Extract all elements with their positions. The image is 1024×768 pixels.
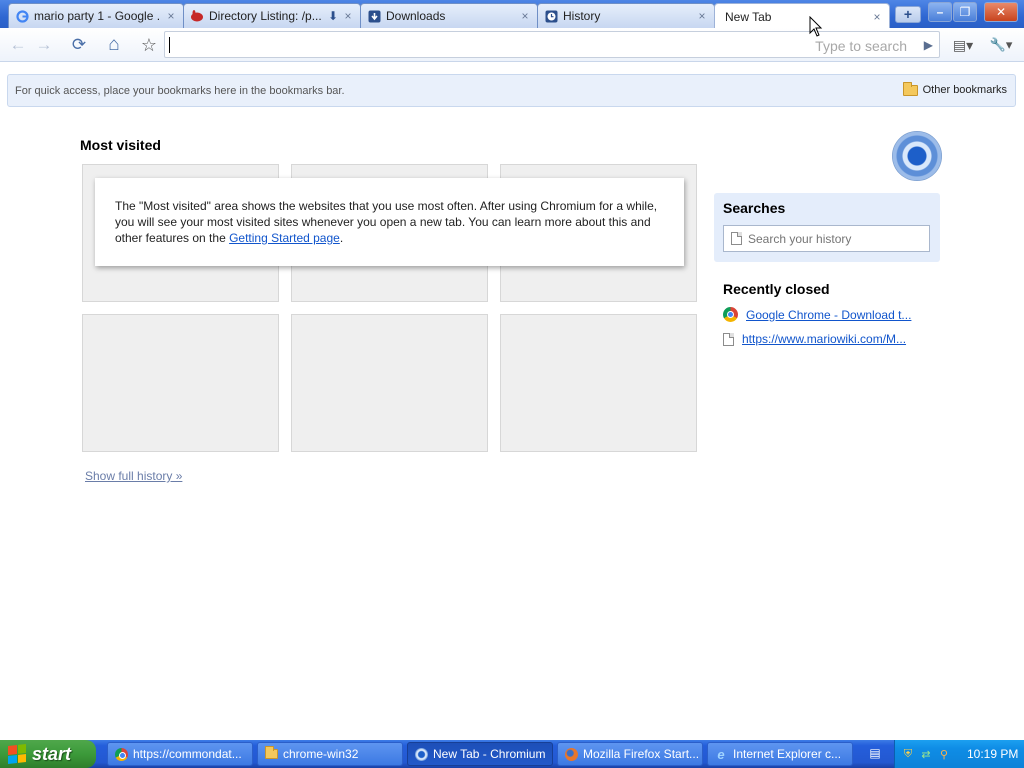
tab-close-button[interactable]: × — [871, 10, 883, 24]
taskbar-item[interactable]: chrome-win32 — [257, 742, 403, 766]
info-text: The "Most visited" area shows the websit… — [115, 199, 658, 245]
taskbar-item[interactable]: https://commondat... — [107, 742, 253, 766]
back-button[interactable]: ← — [6, 33, 30, 57]
firefox-icon — [564, 747, 578, 761]
network-icon[interactable]: ⇄ — [919, 747, 933, 761]
taskbar-item-label: Internet Explorer c... — [733, 747, 842, 761]
most-visited-info-box: The "Most visited" area shows the websit… — [95, 178, 684, 266]
bookmarks-bar: For quick access, place your bookmarks h… — [7, 74, 1016, 107]
omnibox[interactable]: Type to search ▶ — [164, 31, 940, 58]
reload-button[interactable]: ⟳ — [67, 33, 91, 57]
tab-title: mario party 1 - Google ... — [34, 9, 161, 23]
thumbnail-slot[interactable] — [82, 314, 279, 452]
clock-icon — [544, 9, 558, 23]
taskbar-item[interactable]: Mozilla Firefox Start... — [557, 742, 703, 766]
start-label: start — [32, 743, 72, 764]
chrome-icon — [723, 307, 738, 322]
getting-started-link[interactable]: Getting Started page — [229, 231, 340, 245]
title-bar: mario party 1 - Google ... × Directory L… — [0, 0, 1024, 29]
show-full-history-link[interactable]: Show full history » — [85, 469, 182, 483]
page-icon — [723, 332, 734, 346]
folder-icon — [902, 81, 918, 96]
tab-mario-party[interactable]: mario party 1 - Google ... × — [8, 3, 184, 28]
thumbnail-slot[interactable] — [291, 314, 488, 452]
tab-title: Downloads — [386, 9, 446, 23]
close-window-button[interactable]: ✕ — [984, 2, 1018, 22]
chrome-icon — [114, 747, 128, 761]
maximize-button[interactable]: ❐ — [953, 2, 977, 22]
bookmark-star-button[interactable]: ☆ — [137, 33, 161, 57]
ie-icon: e — [717, 746, 725, 762]
tab-close-button[interactable]: × — [696, 9, 708, 23]
searches-title: Searches — [723, 200, 786, 216]
tab-close-button[interactable]: × — [519, 9, 531, 23]
bookmarks-hint: For quick access, place your bookmarks h… — [15, 85, 345, 97]
tab-downloads[interactable]: Downloads × — [360, 3, 538, 28]
forward-button[interactable]: → — [32, 33, 56, 57]
taskbar: start https://commondat... chrome-win32 … — [0, 740, 1024, 768]
taskbar-item-label: Mozilla Firefox Start... — [583, 747, 700, 761]
recently-closed-link[interactable]: https://www.mariowiki.com/M... — [742, 332, 906, 346]
tab-history[interactable]: History × — [537, 3, 715, 28]
show-desktop-icon[interactable]: ▤ — [866, 746, 884, 762]
windows-logo-icon — [8, 744, 26, 764]
new-tab-button[interactable]: + — [895, 6, 921, 23]
history-search-box[interactable] — [723, 225, 930, 252]
recently-closed-item[interactable]: Google Chrome - Download t... — [723, 307, 911, 322]
address-input[interactable] — [169, 35, 729, 54]
page-menu-button[interactable]: ▤▾ — [948, 33, 978, 57]
taskbar-item-label: https://commondat... — [133, 747, 242, 761]
mouse-cursor-icon — [809, 16, 823, 37]
info-text-end: . — [339, 231, 344, 245]
tab-directory-listing[interactable]: Directory Listing: /p... ⬇ × — [183, 3, 361, 28]
minimize-button[interactable]: – — [928, 2, 952, 22]
other-bookmarks-button[interactable]: Other bookmarks — [902, 81, 1007, 96]
download-arrow-icon: ⬇ — [327, 9, 338, 23]
folder-icon — [264, 746, 278, 761]
tab-close-button[interactable]: × — [165, 9, 177, 23]
text-caret — [169, 37, 170, 53]
tab-title: New Tab — [725, 9, 772, 24]
chromium-icon — [414, 747, 428, 761]
taskbar-item-label: chrome-win32 — [283, 747, 359, 761]
go-button[interactable]: ▶ — [924, 38, 933, 52]
chromium-logo — [892, 131, 942, 181]
taskbar-item[interactable]: e Internet Explorer c... — [707, 742, 853, 766]
tab-close-button[interactable]: × — [342, 9, 354, 23]
tab-new-tab[interactable]: New Tab × — [714, 3, 890, 29]
clock: 10:19 PM — [967, 747, 1019, 761]
rabbit-icon — [190, 9, 204, 23]
tab-title: Directory Listing: /p... — [209, 9, 322, 23]
recently-closed-link[interactable]: Google Chrome - Download t... — [746, 308, 911, 322]
tab-title: History — [563, 9, 601, 23]
taskbar-item-active[interactable]: New Tab - Chromium — [407, 742, 553, 766]
search-tray-icon[interactable]: ⚲ — [937, 747, 951, 761]
recently-closed-item[interactable]: https://www.mariowiki.com/M... — [723, 332, 906, 346]
home-button[interactable]: ⌂ — [102, 33, 126, 57]
recently-closed-title: Recently closed — [723, 281, 830, 297]
other-bookmarks-label: Other bookmarks — [922, 84, 1007, 96]
download-icon — [367, 9, 381, 23]
search-hint: Type to search — [815, 38, 907, 54]
system-tray: ⛨ ⇄ ⚲ 10:19 PM — [894, 740, 1024, 768]
taskbar-item-label: New Tab - Chromium — [433, 747, 546, 761]
wrench-menu-button[interactable]: 🔧▾ — [985, 33, 1017, 57]
google-icon — [15, 9, 29, 23]
start-button[interactable]: start — [0, 740, 96, 768]
security-shield-icon[interactable]: ⛨ — [901, 747, 915, 761]
page-icon — [731, 232, 742, 245]
most-visited-title: Most visited — [80, 137, 161, 153]
thumbnail-slot[interactable] — [500, 314, 697, 452]
searches-panel: Searches — [714, 193, 940, 262]
history-search-input[interactable] — [748, 231, 923, 247]
